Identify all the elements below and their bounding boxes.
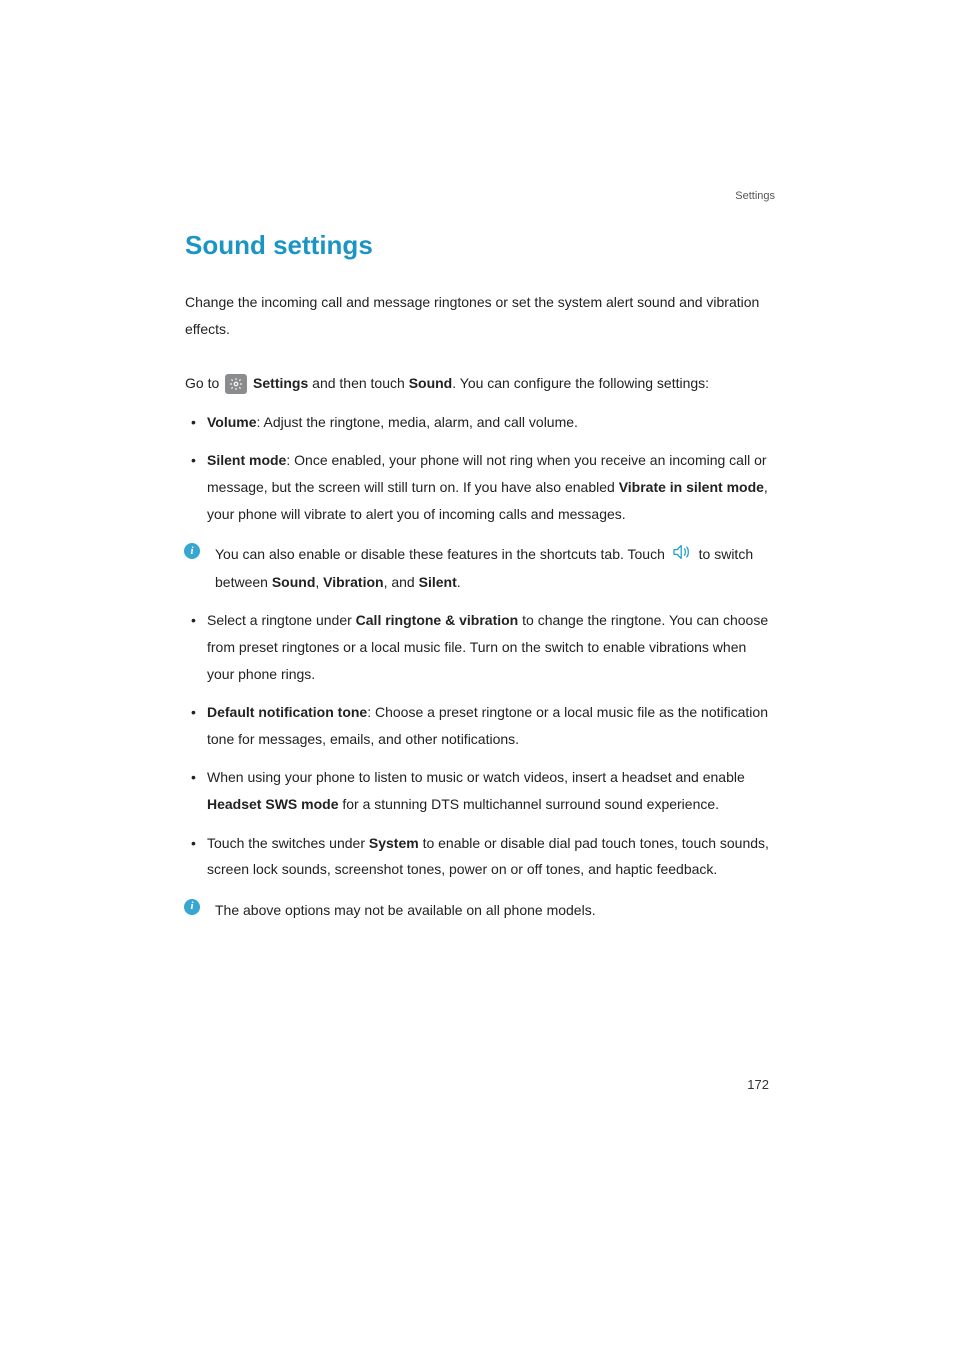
info-note-1: i You can also enable or disable these f… bbox=[185, 541, 775, 595]
info-icon: i bbox=[184, 899, 200, 915]
info-note-2: i The above options may not be available… bbox=[185, 897, 775, 924]
goto-suffix: . You can configure the following settin… bbox=[452, 375, 709, 391]
speaker-icon bbox=[671, 542, 693, 569]
default-tone-bold: Default notification tone bbox=[207, 704, 367, 720]
info1-b1: Sound bbox=[272, 574, 316, 590]
info-content-2: The above options may not be available o… bbox=[185, 897, 775, 924]
b2-3-t1: Touch the switches under bbox=[207, 835, 369, 851]
goto-paragraph: Go to Settings and then touch Sound. You… bbox=[185, 370, 775, 397]
b2-0-t1: Select a ringtone under bbox=[207, 612, 356, 628]
list-item: Touch the switches under System to enabl… bbox=[185, 830, 775, 883]
running-header: Settings bbox=[735, 190, 775, 202]
list-item: Default notification tone: Choose a pres… bbox=[185, 699, 775, 752]
list-item: Volume: Adjust the ringtone, media, alar… bbox=[185, 409, 775, 436]
bullet-list-1: Volume: Adjust the ringtone, media, alar… bbox=[185, 409, 775, 527]
info1-b2: Vibration bbox=[323, 574, 383, 590]
intro-paragraph: Change the incoming call and message rin… bbox=[185, 289, 775, 342]
sound-bold: Sound bbox=[409, 375, 453, 391]
page-number: 172 bbox=[747, 1077, 769, 1092]
settings-app-icon bbox=[225, 374, 247, 394]
volume-text: : Adjust the ringtone, media, alarm, and… bbox=[257, 414, 578, 430]
info1-c1: , bbox=[315, 574, 323, 590]
info1-c2: , and bbox=[384, 574, 419, 590]
b2-2-t1: When using your phone to listen to music… bbox=[207, 769, 745, 785]
list-item: Select a ringtone under Call ringtone & … bbox=[185, 607, 775, 687]
call-ringtone-bold: Call ringtone & vibration bbox=[356, 612, 519, 628]
vibrate-silent-bold: Vibrate in silent mode bbox=[619, 479, 764, 495]
b2-2-t2: for a stunning DTS multichannel surround… bbox=[338, 796, 719, 812]
goto-middle: and then touch bbox=[308, 375, 408, 391]
list-item: When using your phone to listen to music… bbox=[185, 764, 775, 817]
page-content: Settings Sound settings Change the incom… bbox=[185, 200, 775, 923]
info-content-1: You can also enable or disable these fea… bbox=[185, 541, 775, 595]
bullet-list-2: Select a ringtone under Call ringtone & … bbox=[185, 607, 775, 882]
system-bold: System bbox=[369, 835, 419, 851]
info1-c3: . bbox=[457, 574, 461, 590]
info1-t1: You can also enable or disable these fea… bbox=[215, 546, 669, 562]
list-item: Silent mode: Once enabled, your phone wi… bbox=[185, 447, 775, 527]
goto-prefix: Go to bbox=[185, 375, 223, 391]
page-title: Sound settings bbox=[185, 230, 775, 261]
info2-text: The above options may not be available o… bbox=[215, 902, 596, 918]
info1-b3: Silent bbox=[419, 574, 457, 590]
silent-mode-bold: Silent mode bbox=[207, 452, 286, 468]
headset-sws-bold: Headset SWS mode bbox=[207, 796, 338, 812]
settings-bold: Settings bbox=[253, 375, 308, 391]
volume-bold: Volume bbox=[207, 414, 257, 430]
